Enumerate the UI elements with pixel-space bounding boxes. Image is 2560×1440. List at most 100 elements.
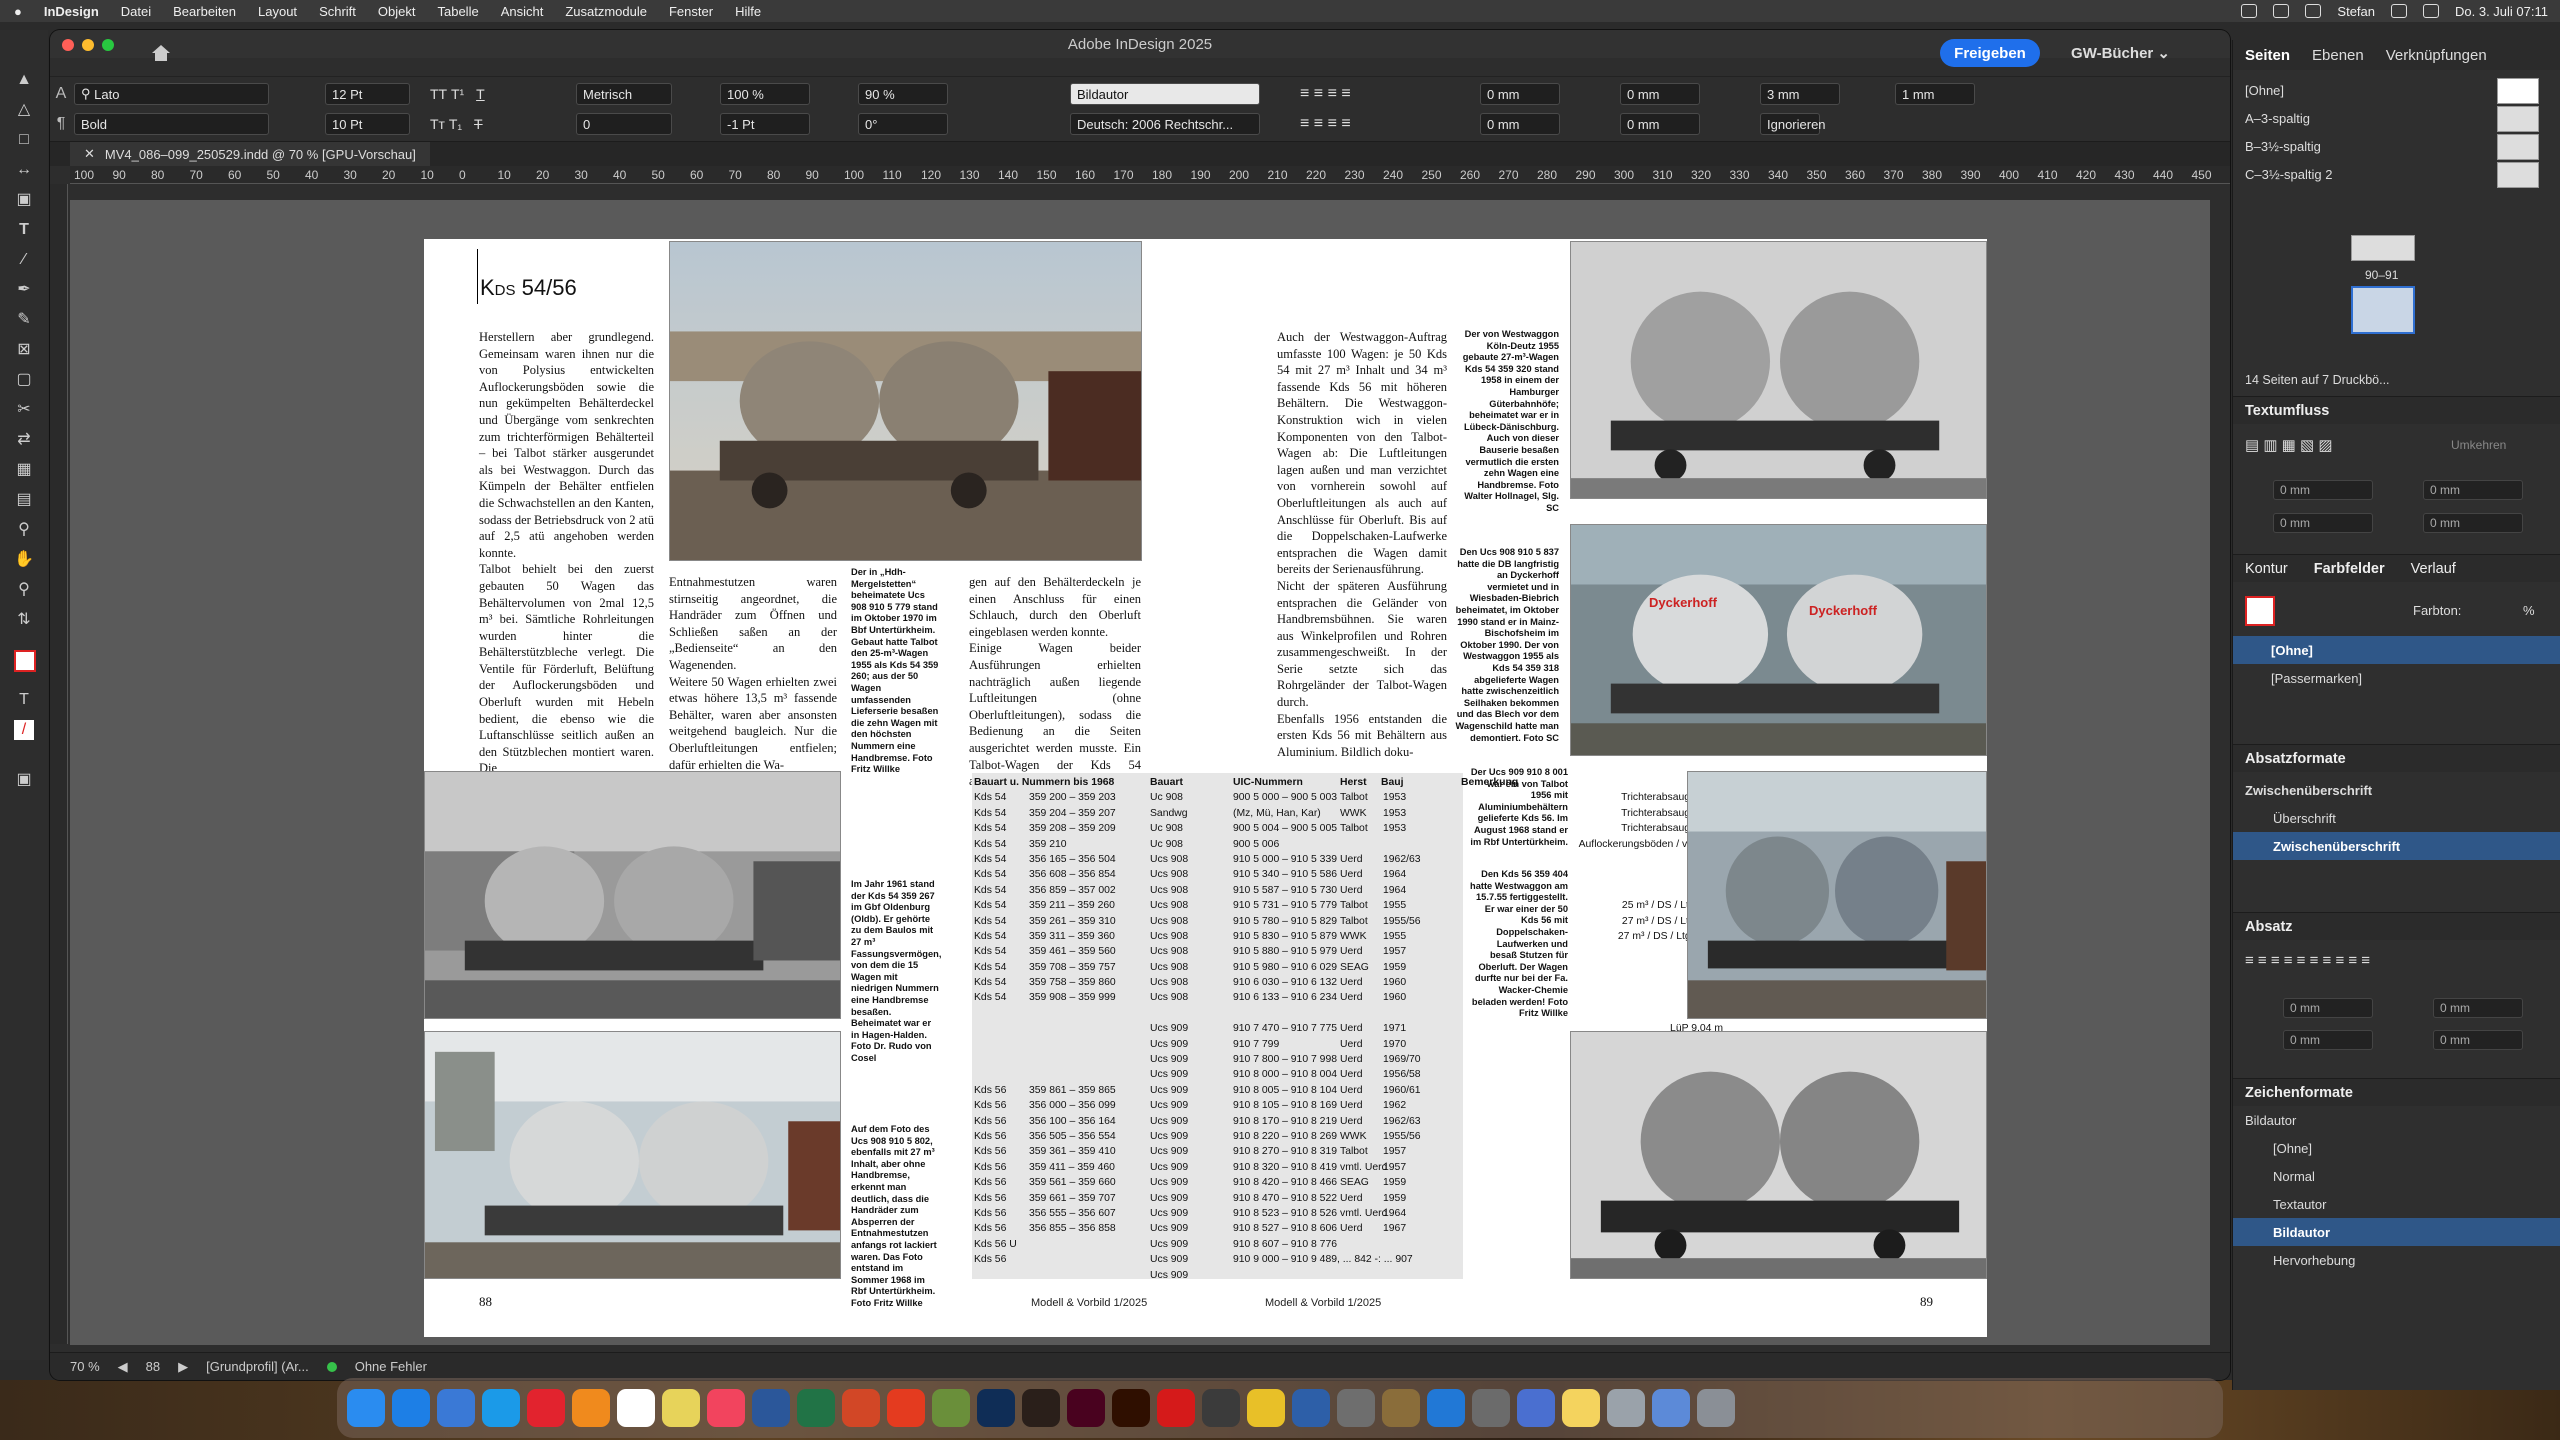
gap-tool-icon[interactable]: ↔: [14, 160, 34, 180]
note-tool-icon[interactable]: ▤: [14, 490, 34, 510]
preview-icon[interactable]: [1337, 1389, 1375, 1427]
eyedropper-tool-icon[interactable]: ⚲: [14, 520, 34, 540]
textflow-top[interactable]: 0 mm: [2273, 480, 2373, 500]
folder-icon[interactable]: [1607, 1389, 1645, 1427]
apply-none-icon[interactable]: /: [14, 720, 34, 740]
utility-icon[interactable]: [932, 1389, 970, 1427]
illustrator-icon[interactable]: [1112, 1389, 1150, 1427]
zoom-level[interactable]: 70 %: [70, 1359, 100, 1374]
search-icon[interactable]: [2391, 4, 2408, 18]
absatz-indent-first[interactable]: 0 mm: [2283, 1030, 2373, 1050]
char-styles-header[interactable]: Zeichenformate: [2233, 1078, 2560, 1106]
photo-kds54-oldenburg[interactable]: [424, 771, 841, 1019]
para-styles-header[interactable]: Absatzformate: [2233, 744, 2560, 772]
page-tool-icon[interactable]: □: [14, 130, 34, 150]
absatz-align-buttons[interactable]: ≡ ≡ ≡ ≡ ≡ ≡ ≡ ≡ ≡ ≡: [2245, 952, 2370, 969]
kerning-field[interactable]: Metrisch: [576, 83, 672, 105]
swatch-none[interactable]: [Ohne]: [2233, 636, 2560, 664]
photo-dyckerhoff[interactable]: Dyckerhoff Dyckerhoff: [1570, 524, 1987, 756]
menubar-clock[interactable]: Do. 3. Juli 07:11: [2455, 4, 2548, 19]
swap-colors-icon[interactable]: ⇅: [14, 610, 34, 630]
horizontal-ruler[interactable]: 100 90 80 70 60 50 40 30 20 10 0 10 20 30 40 50 60 70 80 90…: [70, 166, 2230, 184]
char-item-normal[interactable]: Normal: [2233, 1162, 2560, 1190]
type-tool-icon[interactable]: T: [14, 220, 34, 240]
direct-selection-icon[interactable]: △: [14, 100, 34, 120]
fill-stroke-swatch[interactable]: [2245, 596, 2275, 626]
teamviewer-icon[interactable]: [437, 1389, 475, 1427]
wagon-table-left[interactable]: Bauart u. Nummern bis 1968 Bauart Kds 54 35…: [974, 775, 1204, 1283]
indent-last-field[interactable]: 0 mm: [1620, 113, 1700, 135]
hand-tool-icon[interactable]: ✋: [14, 550, 34, 570]
textflow-invert[interactable]: Umkehren: [2451, 438, 2506, 452]
screen-mode-icon[interactable]: ▣: [14, 770, 34, 790]
xcode-icon[interactable]: [1292, 1389, 1330, 1427]
selection-tool-icon[interactable]: ▲: [14, 70, 34, 90]
char-item-textautor[interactable]: Textautor: [2233, 1190, 2560, 1218]
indent-left-field[interactable]: 0 mm: [1480, 83, 1560, 105]
master-none[interactable]: [Ohne]: [2233, 76, 2560, 104]
scissors-tool-icon[interactable]: ✂: [14, 400, 34, 420]
absatz-indent-right[interactable]: 0 mm: [2433, 998, 2523, 1018]
body-column-3[interactable]: gen auf den Behälterdeckeln je einen Ans…: [969, 574, 1141, 790]
safari-icon[interactable]: [482, 1389, 520, 1427]
absatz-indent-left[interactable]: 0 mm: [2283, 998, 2373, 1018]
tracking-field[interactable]: 0: [576, 113, 672, 135]
powerpoint-icon[interactable]: [842, 1389, 880, 1427]
textflow-panel-header[interactable]: Textumfluss: [2233, 396, 2560, 424]
grid-align-field[interactable]: Ignorieren: [1760, 113, 1826, 135]
indent-right-field[interactable]: 0 mm: [1620, 83, 1700, 105]
master-c[interactable]: C–3½-spaltig 2: [2233, 160, 2560, 188]
page-nav-prev-icon[interactable]: ◀: [118, 1359, 128, 1375]
gradient-tool-icon[interactable]: ▦: [14, 460, 34, 480]
notes-icon[interactable]: [1382, 1389, 1420, 1427]
mymail-icon[interactable]: [1517, 1389, 1555, 1427]
body-column-2[interactable]: Entnahmestutzen waren stirnseitig angeor…: [669, 574, 837, 773]
vertical-ruler[interactable]: [50, 184, 68, 1344]
spread-thumb-90-91[interactable]: [2351, 286, 2415, 334]
master-a[interactable]: A–3-spaltig: [2233, 104, 2560, 132]
tab-farbfelder[interactable]: Farbfelder: [2314, 561, 2385, 577]
character-mode-icon[interactable]: A: [50, 85, 72, 103]
photo-kds54-westwaggon[interactable]: [1570, 241, 1987, 499]
pencil-tool-icon[interactable]: ✎: [14, 310, 34, 330]
photo-kds56[interactable]: [1570, 1031, 1987, 1279]
content-collector-icon[interactable]: ▣: [14, 190, 34, 210]
sketch-icon[interactable]: [1247, 1389, 1285, 1427]
menu-datei[interactable]: Datei: [121, 4, 151, 19]
menu-objekt[interactable]: Objekt: [378, 4, 416, 19]
tab-seiten[interactable]: Seiten: [2245, 47, 2290, 64]
font-style-field[interactable]: Bold: [74, 113, 269, 135]
swatch-registration[interactable]: [Passermarken]: [2233, 664, 2560, 692]
wagon-table-right[interactable]: UIC-Nummern Herst Bauj Bemerkung 900 5 000 –…: [1233, 775, 1723, 1268]
align-buttons-row2[interactable]: ≡ ≡ ≡ ≡: [1300, 113, 1351, 135]
utility2-icon[interactable]: [1202, 1389, 1240, 1427]
textflow-bottom[interactable]: 0 mm: [2273, 513, 2373, 533]
menu-schrift[interactable]: Schrift: [319, 4, 356, 19]
tab-verknuepfungen[interactable]: Verknüpfungen: [2386, 47, 2487, 64]
calendar-icon[interactable]: [617, 1389, 655, 1427]
skew-field[interactable]: 0°: [858, 113, 948, 135]
master-b[interactable]: B–3½-spaltig: [2233, 132, 2560, 160]
language-field[interactable]: Deutsch: 2006 Rechtschr...: [1070, 113, 1260, 135]
finder-icon[interactable]: [347, 1389, 385, 1427]
menu-app[interactable]: InDesign: [44, 4, 99, 19]
bridge-icon[interactable]: [1022, 1389, 1060, 1427]
workspace-switcher[interactable]: GW-Bücher ⌄: [2071, 44, 2170, 62]
fill-stroke-icon[interactable]: [14, 650, 36, 672]
sync-icon[interactable]: [2273, 4, 2290, 18]
rect-tool-icon[interactable]: ▢: [14, 370, 34, 390]
tab-verlauf[interactable]: Verlauf: [2411, 561, 2456, 577]
textflow-mode-buttons[interactable]: ▤ ▥ ▦ ▧ ▨: [2245, 436, 2333, 454]
font-family-field[interactable]: ⚲ Lato: [74, 83, 269, 105]
indent-first-field[interactable]: 0 mm: [1480, 113, 1560, 135]
char-item-none[interactable]: [Ohne]: [2233, 1134, 2560, 1162]
menu-zusatzmodule[interactable]: Zusatzmodule: [565, 4, 647, 19]
textflow-left[interactable]: 0 mm: [2423, 480, 2523, 500]
page-nav-next-icon[interactable]: ▶: [178, 1359, 188, 1375]
body-column-1[interactable]: Herstellern aber grundlegend. Gemeinsam …: [479, 329, 654, 777]
caption-photo-3[interactable]: Auf dem Foto des Ucs 908 910 5 802, eben…: [851, 1124, 941, 1310]
menu-bearbeiten[interactable]: Bearbeiten: [173, 4, 236, 19]
downloads-icon[interactable]: [1652, 1389, 1690, 1427]
caption-r-photo-1[interactable]: Der von Westwaggon Köln-Deutz 1955 gebau…: [1455, 329, 1559, 515]
textflow-right[interactable]: 0 mm: [2423, 513, 2523, 533]
